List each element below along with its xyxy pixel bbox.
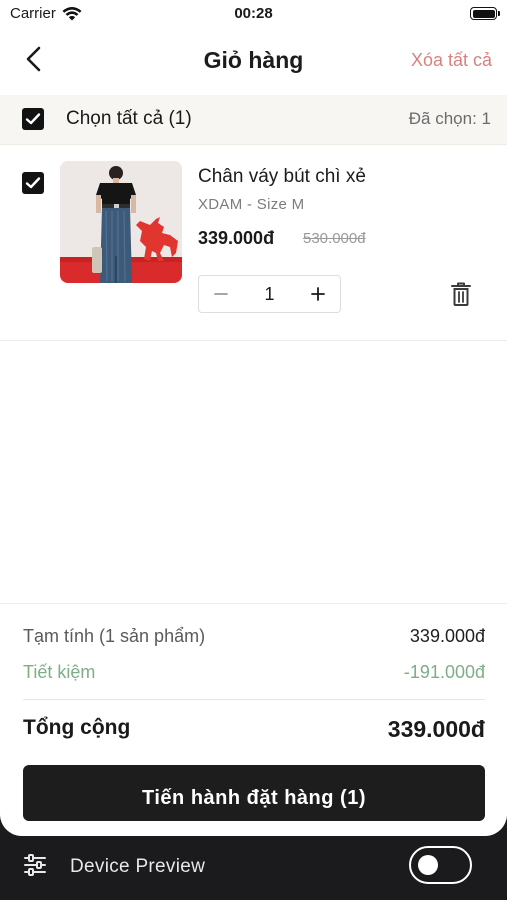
quantity-stepper: 1	[198, 275, 341, 313]
check-icon	[25, 113, 41, 125]
battery-icon	[470, 7, 500, 20]
minus-icon	[214, 293, 228, 295]
summary-divider	[23, 699, 485, 700]
product-image[interactable]	[60, 161, 182, 283]
phone-screen: Carrier 00:28 Giỏ hàng Xóa tất cả Chọn t…	[0, 0, 507, 836]
clear-all-button[interactable]: Xóa tất cả	[411, 50, 492, 71]
increase-quantity-button[interactable]	[296, 276, 340, 312]
device-preview-label: Device Preview	[70, 856, 206, 877]
select-all-checkbox[interactable]	[22, 108, 44, 130]
trash-icon[interactable]	[449, 281, 473, 307]
sliders-icon[interactable]	[23, 853, 47, 877]
checkout-button[interactable]: Tiến hành đặt hàng (1)	[23, 765, 485, 821]
savings-label: Tiết kiệm	[23, 662, 96, 682]
nav-bar: Giỏ hàng Xóa tất cả	[0, 30, 507, 92]
product-name[interactable]: Chân váy bút chì xẻ	[198, 166, 366, 188]
check-icon	[25, 177, 41, 189]
status-bar: Carrier 00:28	[0, 0, 507, 28]
decrease-quantity-button[interactable]	[199, 276, 243, 312]
plus-icon	[311, 287, 325, 301]
total-row: Tổng cộng 339.000đ	[23, 716, 485, 743]
item-checkbox[interactable]	[22, 172, 44, 194]
toggle-knob	[418, 855, 438, 875]
order-summary: Tạm tính (1 sản phẩm) 339.000đ Tiết kiệm…	[0, 603, 507, 836]
product-price: 339.000đ	[198, 228, 275, 248]
subtotal-row: Tạm tính (1 sản phẩm) 339.000đ	[23, 626, 485, 647]
select-all-label[interactable]: Chọn tất cả (1)	[66, 108, 192, 130]
selected-count: Đã chọn: 1	[408, 109, 491, 128]
total-label: Tổng cộng	[23, 716, 131, 739]
product-photo	[60, 161, 182, 283]
subtotal-label: Tạm tính (1 sản phẩm)	[23, 626, 206, 646]
device-preview-bar: Device Preview	[0, 836, 507, 900]
savings-value: -191.000đ	[403, 662, 485, 682]
cart-item: Chân váy bút chì xẻ XDAM - Size M 339.00…	[0, 146, 507, 341]
device-preview-toggle[interactable]	[409, 846, 472, 884]
checkout-label: Tiến hành đặt hàng (1)	[142, 787, 366, 809]
select-all-bar: Chọn tất cả (1) Đã chọn: 1	[0, 95, 507, 145]
subtotal-value: 339.000đ	[409, 626, 485, 646]
quantity-value[interactable]: 1	[243, 284, 296, 305]
product-variant: XDAM - Size M	[198, 196, 305, 213]
product-old-price: 530.000đ	[303, 230, 366, 247]
total-value: 339.000đ	[387, 716, 485, 742]
savings-row: Tiết kiệm -191.000đ	[23, 662, 485, 683]
status-time: 00:28	[234, 5, 273, 22]
